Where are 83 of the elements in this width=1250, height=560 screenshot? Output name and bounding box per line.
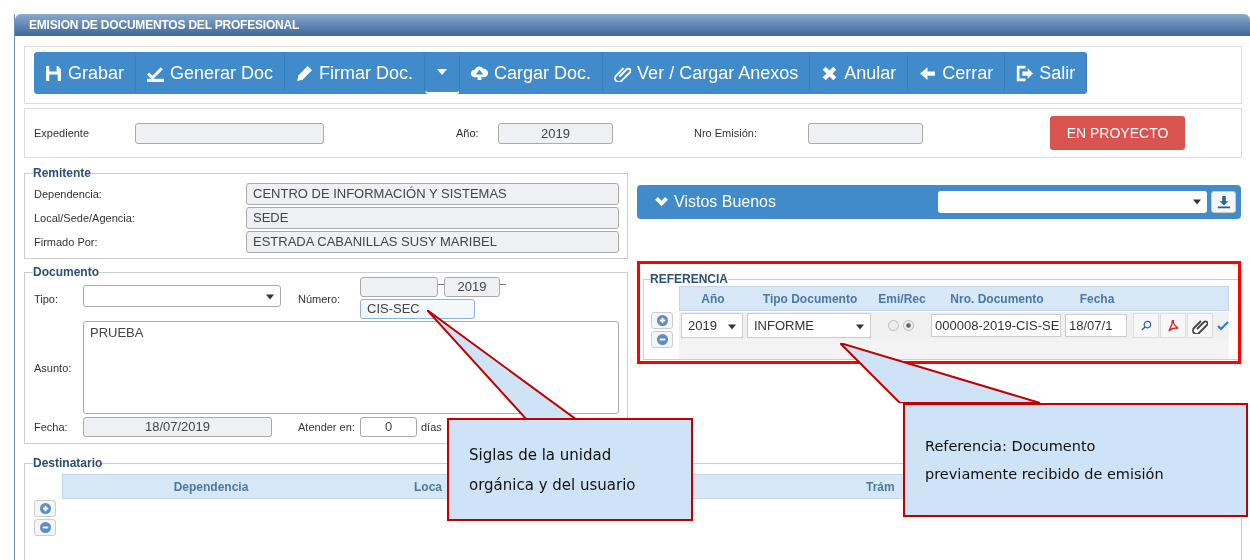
number-field[interactable] [360, 277, 438, 297]
unit-label: días [421, 421, 442, 433]
field-label: Expediente [34, 127, 91, 139]
emission-number-field[interactable] [808, 122, 923, 144]
arrow-left-icon [919, 64, 937, 82]
field-label: Atender en: [298, 421, 356, 433]
field-label: Número: [298, 293, 342, 305]
paperclip-icon [1192, 317, 1208, 334]
field-label: Fecha: [34, 421, 69, 433]
field-label: Nro Emisión: [694, 127, 758, 139]
caret-icon [728, 324, 736, 330]
dropdown-button[interactable] [425, 52, 461, 94]
window-title: EMISION DE DOCUMENTOS DEL PROFESIONAL [15, 14, 1250, 36]
type-select[interactable] [83, 285, 281, 307]
close-icon [821, 64, 839, 82]
status-button[interactable]: EN PROYECTO [1050, 116, 1185, 150]
column-header: Dependencia [172, 479, 250, 494]
minus-icon [656, 334, 668, 345]
text-field[interactable]: CENTRO DE INFORMACIÓN Y SISTEMAS [246, 183, 619, 205]
group-title: REFERENCIA [650, 272, 728, 286]
column-header: Tipo Documento [761, 291, 859, 306]
year-select[interactable]: 2019 [681, 313, 743, 338]
download-button[interactable] [1211, 191, 1236, 213]
acronym-field[interactable]: CIS-SEC [360, 299, 475, 319]
column-header: Fecha [1078, 291, 1116, 306]
year-field[interactable]: 2019 [498, 122, 613, 144]
field-label: Local/Sede/Agencia: [34, 212, 136, 224]
column-header: Emi/Rec [877, 291, 927, 306]
date-field[interactable]: 18/07/1 [1065, 314, 1127, 337]
check-icon [147, 64, 165, 82]
group-title: Destinatario [33, 456, 103, 470]
text-field[interactable]: SEDE [246, 207, 619, 229]
approvals-title: Vistos Buenos [674, 193, 777, 211]
column-header: Loca [414, 479, 442, 494]
check-icon [1217, 319, 1229, 332]
search-icon [1140, 320, 1152, 331]
callout-text: previamente recibido de emisión [925, 466, 1165, 482]
plus-icon [656, 315, 668, 326]
remove-button[interactable] [34, 519, 56, 536]
callout-text: Referencia: Documento [925, 438, 1097, 454]
callout-text: Siglas de la unidad [469, 445, 613, 464]
field-label: Dependencia: [34, 188, 103, 200]
plus-icon [39, 503, 51, 514]
column-header: Nro. Documento [949, 291, 1045, 306]
cloud-upload-icon [471, 64, 489, 82]
pdf-button[interactable] [1160, 313, 1186, 338]
callout-text: orgánica y del usuario [469, 475, 637, 494]
subject-textarea[interactable]: PRUEBA [83, 321, 619, 414]
exit-icon [1016, 64, 1034, 82]
year-field[interactable]: 2019 [444, 277, 500, 297]
caret-icon [266, 294, 274, 300]
field-label: Año: [456, 127, 480, 139]
caret-icon [1193, 199, 1201, 205]
column-header: Año [700, 291, 726, 306]
approvals-bar[interactable]: Vistos Buenos [637, 185, 1241, 219]
radio-button[interactable] [903, 320, 914, 331]
radio-button[interactable] [888, 320, 899, 331]
date-field[interactable]: 18/07/2019 [83, 417, 272, 437]
search-button[interactable] [1133, 313, 1159, 338]
column-header: Trám [866, 479, 895, 494]
group-title: Remitente [33, 166, 91, 180]
minus-icon [39, 522, 51, 533]
field-label: Firmado Por: [34, 236, 99, 248]
chevron-down-icon [654, 196, 669, 208]
field-label: Tipo: [34, 293, 60, 305]
toolbar-button[interactable]: Grabar [34, 52, 137, 94]
document-number-field[interactable]: 000008-2019-CIS-SE [931, 314, 1061, 337]
pencil-icon [296, 64, 314, 82]
pdf-icon [1166, 319, 1180, 332]
add-button[interactable] [34, 500, 56, 517]
attach-button[interactable] [1187, 313, 1213, 338]
download-icon [1216, 195, 1231, 209]
field-label: Asunto: [34, 361, 73, 374]
add-button[interactable] [651, 312, 673, 329]
document-type-select[interactable]: INFORME [747, 313, 871, 338]
caret-icon [856, 324, 864, 330]
caret-icon [437, 69, 448, 75]
remove-button[interactable] [651, 331, 673, 348]
days-field[interactable]: 0 [360, 417, 417, 437]
text-field[interactable]: ESTRADA CABANILLAS SUSY MARIBEL [246, 231, 619, 253]
expediente-field[interactable] [135, 122, 324, 144]
group-title: Documento [33, 265, 99, 279]
save-icon [45, 64, 62, 82]
